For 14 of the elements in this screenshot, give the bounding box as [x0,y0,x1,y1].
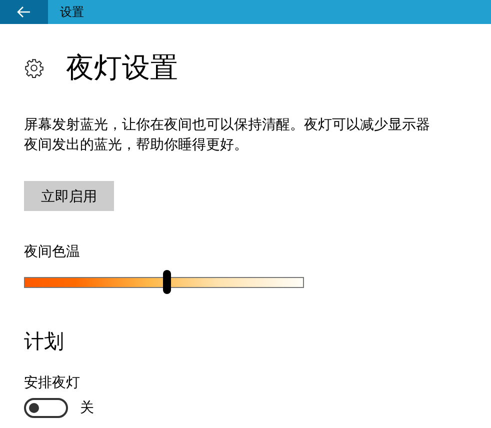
back-arrow-icon [17,6,31,18]
slider-thumb[interactable] [162,270,171,294]
color-temperature-slider[interactable] [24,270,304,294]
schedule-heading: 计划 [24,330,65,354]
enable-now-button[interactable]: 立即启用 [24,181,114,211]
color-temperature-label: 夜间色温 [24,242,81,261]
settings-icon [24,58,44,78]
toggle-switch[interactable] [24,398,68,418]
description-text: 屏幕发射蓝光，让你在夜间也可以保持清醒。夜灯可以减少显示器夜间发出的蓝光，帮助你睡得更好。 [24,115,431,154]
schedule-toggle-label: 安排夜灯 [24,373,81,392]
window-title: 设置 [60,6,84,18]
back-button[interactable] [0,0,48,24]
page-heading: 夜灯设置 [66,54,178,82]
toggle-state-text: 关 [80,398,94,417]
